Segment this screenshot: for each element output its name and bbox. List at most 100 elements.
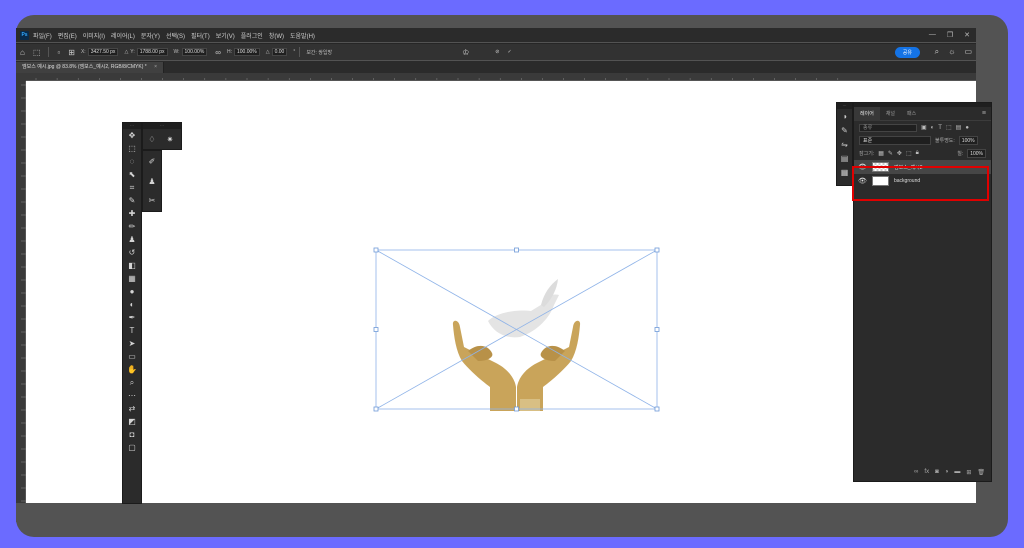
menu-filter[interactable]: 필터(T): [191, 31, 210, 40]
search-icon[interactable]: ⌕: [935, 47, 939, 57]
filter-type-icon[interactable]: T: [938, 125, 942, 131]
properties-icon[interactable]: ⇋: [837, 137, 852, 151]
zoom-tool-icon[interactable]: ⌕: [123, 376, 141, 389]
adjustments-icon[interactable]: ◑: [837, 109, 852, 123]
width-field[interactable]: 100.00%: [181, 48, 208, 56]
blur-tool-icon[interactable]: ●: [123, 285, 141, 298]
menu-image[interactable]: 이미지(I): [83, 31, 105, 40]
link-icon[interactable]: ∞: [215, 48, 221, 57]
healing-brush-tool-icon[interactable]: ✚: [123, 207, 141, 220]
libraries-icon[interactable]: ▤: [837, 151, 852, 165]
filter-toggle-icon[interactable]: ●: [965, 125, 969, 131]
type-tool-icon[interactable]: T: [123, 324, 141, 337]
more-tools-icon[interactable]: ⋯: [123, 389, 141, 402]
filter-shape-icon[interactable]: ⬚: [946, 124, 952, 131]
lock-all-icon[interactable]: 🔒︎: [916, 150, 919, 157]
tools-panel: ⋯ ✥ ⬚ ◌ ⬉ ⌗ ✎ ✚ ✏ ♟ ↺ ◧ ▦ ● ◐ ✒ T ➤ ▭ ✋ …: [122, 122, 142, 504]
discover-icon[interactable]: ☼: [948, 47, 955, 57]
document-tab[interactable]: 엠보스 예시.jpg @ 83.8% (엠보스_예시2, RGB/8/CMYK)…: [16, 62, 165, 73]
opacity-field[interactable]: 100%: [958, 136, 978, 145]
path-select-tool-icon[interactable]: ➤: [123, 337, 141, 350]
extra-tools-header[interactable]: ⋯: [143, 123, 181, 129]
options-bar: ⌂ ⬚ ▫ ⊞ X: 3427.50 px △ Y: 1788.00 px W:…: [16, 43, 976, 60]
share-button[interactable]: 공유: [894, 47, 920, 58]
brush-settings-icon[interactable]: ✎: [837, 123, 852, 137]
interpolation-select[interactable]: 보간: 쌍입방: [306, 49, 332, 56]
commit-transform-icon[interactable]: ✓: [507, 49, 511, 55]
menu-file[interactable]: 파일(F): [33, 31, 52, 40]
restore-icon[interactable]: ❐: [947, 31, 953, 39]
mixer-brush-icon[interactable]: ✐: [143, 153, 161, 171]
object-select-tool-icon[interactable]: ⬉: [123, 168, 141, 181]
menu-plugins[interactable]: 플러그인: [241, 31, 263, 40]
history-brush-tool-icon[interactable]: ↺: [123, 246, 141, 259]
tab-channels[interactable]: 채널: [880, 107, 901, 121]
hand-tool-icon[interactable]: ✋: [123, 363, 141, 376]
menu-layer[interactable]: 레이어(L): [111, 31, 135, 40]
add-mask-icon[interactable]: ◙: [935, 469, 939, 476]
layer-filter-search[interactable]: 종류: [859, 123, 917, 132]
panel-menu-icon[interactable]: ≡: [982, 110, 986, 117]
menu-window[interactable]: 창(W): [269, 31, 284, 40]
clone-stamp-tool-icon[interactable]: ♟: [123, 233, 141, 246]
transform-tool-icon[interactable]: ⬚: [33, 48, 41, 57]
lock-paint-icon[interactable]: ✎: [888, 150, 893, 157]
move-tool-icon[interactable]: ✥: [123, 129, 141, 142]
quick-mask-icon[interactable]: ◘: [123, 428, 141, 441]
link-layers-icon[interactable]: ∞: [914, 469, 918, 476]
lock-artboard-icon[interactable]: ⬚: [906, 150, 912, 157]
sparkle-icon[interactable]: ✷: [161, 131, 179, 149]
adjustment-brush-icon[interactable]: ♢: [143, 131, 161, 149]
filter-smart-icon[interactable]: ▤: [956, 124, 962, 131]
transform-bounding-box[interactable]: [375, 249, 658, 410]
height-field[interactable]: 100.00%: [233, 48, 260, 56]
lock-pixels-icon[interactable]: ▦: [878, 150, 884, 157]
layer-style-icon[interactable]: fx: [924, 469, 929, 476]
rectangle-tool-icon[interactable]: ▭: [123, 350, 141, 363]
color-swatch-icon[interactable]: ◩: [123, 415, 141, 428]
cancel-transform-icon[interactable]: ⊘: [495, 49, 499, 55]
marquee-tool-icon[interactable]: ⬚: [123, 142, 141, 155]
menu-bar: Ps 파일(F) 편집(E) 이미지(I) 레이어(L) 문자(Y) 선택(S)…: [16, 28, 976, 42]
filter-adjust-icon[interactable]: ◐: [931, 125, 935, 131]
menu-help[interactable]: 도움말(H): [290, 31, 315, 40]
lock-position-icon[interactable]: ✥: [897, 150, 902, 157]
close-window-icon[interactable]: ✕: [964, 31, 970, 39]
gradient-tool-icon[interactable]: ▦: [123, 272, 141, 285]
angle-field[interactable]: 0.00: [271, 48, 288, 56]
adjustment-layer-icon[interactable]: ◑: [945, 469, 949, 476]
reference-point-icon[interactable]: ▫: [57, 48, 60, 57]
menu-type[interactable]: 문자(Y): [141, 31, 160, 40]
stamp-icon[interactable]: ♟: [143, 172, 161, 190]
new-group-icon[interactable]: ▬: [954, 469, 960, 476]
warp-icon[interactable]: ♔: [462, 48, 469, 57]
tab-layers[interactable]: 레이어: [854, 106, 880, 121]
eyedropper-tool-icon[interactable]: ✎: [123, 194, 141, 207]
scissors-icon[interactable]: ✂: [143, 192, 161, 210]
brush-tool-icon[interactable]: ✏: [123, 220, 141, 233]
swap-colors-icon[interactable]: ⇄: [123, 402, 141, 415]
minimize-icon[interactable]: —: [929, 31, 936, 39]
menu-view[interactable]: 보기(V): [216, 31, 235, 40]
menu-select[interactable]: 선택(S): [166, 31, 185, 40]
dodge-tool-icon[interactable]: ◐: [123, 298, 141, 311]
tab-paths[interactable]: 패스: [901, 107, 922, 121]
x-position-field[interactable]: 3427.50 px: [87, 48, 119, 56]
delete-layer-icon[interactable]: 🗑︎: [977, 469, 985, 476]
pen-tool-icon[interactable]: ✒: [123, 311, 141, 324]
filter-pixel-icon[interactable]: ▣: [921, 124, 927, 131]
close-tab-icon[interactable]: ×: [154, 64, 157, 70]
new-layer-icon[interactable]: ⊞: [966, 469, 971, 476]
grid-reference-icon[interactable]: ⊞: [68, 48, 75, 57]
y-position-field[interactable]: 1788.00 px: [136, 48, 168, 56]
crop-tool-icon[interactable]: ⌗: [123, 181, 141, 194]
lasso-tool-icon[interactable]: ◌: [123, 155, 141, 168]
fill-field[interactable]: 100%: [967, 149, 986, 158]
eraser-tool-icon[interactable]: ◧: [123, 259, 141, 272]
workspace-icon[interactable]: ▭: [964, 47, 972, 57]
home-icon[interactable]: ⌂: [20, 48, 25, 57]
screen-mode-icon[interactable]: ▢: [123, 441, 141, 454]
menu-edit[interactable]: 편집(E): [58, 31, 77, 40]
blend-mode-select[interactable]: 표준: [859, 136, 931, 145]
swatches-icon[interactable]: ▦: [837, 165, 852, 179]
